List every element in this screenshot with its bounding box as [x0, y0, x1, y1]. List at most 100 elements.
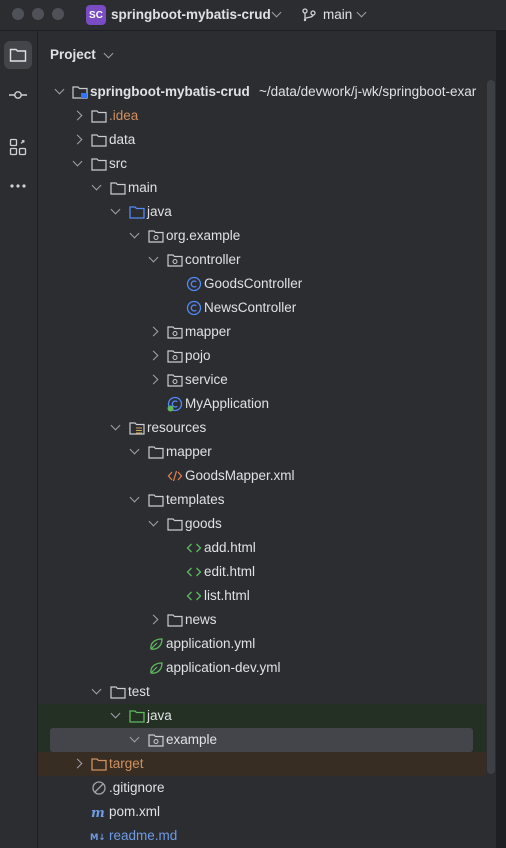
- chevron-down-icon[interactable]: [91, 180, 102, 191]
- tree-item[interactable]: test: [38, 680, 486, 704]
- tree-item[interactable]: mapper: [38, 440, 486, 464]
- tree-item-label: springboot-mybatis-crud: [90, 84, 250, 99]
- tree-item[interactable]: target: [38, 752, 486, 776]
- tree-item-label: data: [109, 132, 136, 147]
- tree-item-label: src: [109, 156, 127, 171]
- tree-item[interactable]: edit.html: [38, 560, 486, 584]
- folder-icon: [147, 491, 164, 508]
- panel-title[interactable]: Project: [50, 47, 96, 62]
- tree-item[interactable]: org.example: [38, 224, 486, 248]
- tree-item[interactable]: resources: [38, 416, 486, 440]
- tree-item[interactable]: controller: [38, 248, 486, 272]
- chevron-down-icon[interactable]: [110, 708, 121, 719]
- tree-item[interactable]: list.html: [38, 584, 486, 608]
- project-path: ~/data/devwork/j-wk/springboot-exar: [259, 84, 477, 99]
- tree-item[interactable]: application-dev.yml: [38, 656, 486, 680]
- tree-item[interactable]: templates: [38, 488, 486, 512]
- project-switcher[interactable]: springboot-mybatis-crud: [111, 7, 271, 22]
- chevron-right-icon[interactable]: [148, 614, 159, 625]
- tree-item[interactable]: MyApplication: [38, 392, 486, 416]
- module-folder-icon: [71, 83, 88, 100]
- chevron-down-icon[interactable]: [148, 516, 159, 527]
- close-window-button[interactable]: [12, 8, 24, 20]
- chevron-down-icon[interactable]: [91, 684, 102, 695]
- tree-item-label: GoodsMapper.xml: [185, 468, 295, 483]
- tree-item[interactable]: java: [38, 704, 486, 728]
- folder-icon: [109, 683, 126, 700]
- tree-item-label: templates: [166, 492, 225, 507]
- chevron-right-icon[interactable]: [148, 350, 159, 361]
- tree-item[interactable]: service: [38, 368, 486, 392]
- tree-item[interactable]: news: [38, 608, 486, 632]
- chevron-down-icon[interactable]: [148, 252, 159, 263]
- chevron-down-icon[interactable]: [129, 228, 140, 239]
- tree-item[interactable]: data: [38, 128, 486, 152]
- tool-window-strip: [0, 31, 38, 848]
- chevron-down-icon[interactable]: [110, 420, 121, 431]
- tree-item-label: MyApplication: [185, 396, 270, 411]
- spring-app-class-icon: [166, 395, 183, 412]
- tree-root[interactable]: springboot-mybatis-crud ~/data/devwork/j…: [38, 80, 486, 104]
- branch-icon[interactable]: [302, 8, 316, 25]
- title-bar: SC springboot-mybatis-crud main: [0, 0, 506, 31]
- zoom-window-button[interactable]: [52, 8, 64, 20]
- resources-folder-icon: [128, 419, 145, 436]
- chevron-down-icon[interactable]: [54, 84, 65, 95]
- tree-item[interactable]: NewsController: [38, 296, 486, 320]
- chevron-down-icon[interactable]: [129, 492, 140, 503]
- svg-text:m: m: [91, 806, 105, 819]
- tree-item[interactable]: .gitignore: [38, 776, 486, 800]
- folder-icon: [166, 611, 183, 628]
- commit-icon[interactable]: [4, 81, 32, 109]
- tree-item[interactable]: m pom.xml: [38, 800, 486, 824]
- project-icon[interactable]: [4, 41, 32, 69]
- project-badge[interactable]: SC: [86, 5, 106, 25]
- tree-item[interactable]: GoodsMapper.xml: [38, 464, 486, 488]
- chevron-down-icon[interactable]: [110, 204, 121, 215]
- tree-item[interactable]: mapper: [38, 320, 486, 344]
- chevron-right-icon[interactable]: [148, 374, 159, 385]
- tree-item-label: controller: [185, 252, 241, 267]
- chevron-down-icon[interactable]: [129, 444, 140, 455]
- vertical-scrollbar[interactable]: [487, 80, 495, 774]
- tree-item-selected[interactable]: example: [38, 728, 486, 752]
- test-source-folder-icon: [128, 707, 145, 724]
- minimize-window-button[interactable]: [32, 8, 44, 20]
- package-icon: [166, 347, 183, 364]
- tree-item-label: mapper: [166, 444, 212, 459]
- chevron-right-icon[interactable]: [72, 134, 83, 145]
- tree-item[interactable]: M↓ readme.md: [38, 824, 486, 848]
- structure-icon[interactable]: [4, 133, 32, 161]
- spring-config-icon: [147, 659, 164, 676]
- folder-icon: [90, 107, 107, 124]
- tree-item[interactable]: main: [38, 176, 486, 200]
- chevron-right-icon[interactable]: [148, 326, 159, 337]
- chevron-right-icon[interactable]: [72, 110, 83, 121]
- branch-switcher[interactable]: main: [323, 7, 352, 22]
- tree-item[interactable]: GoodsController: [38, 272, 486, 296]
- tree-item[interactable]: add.html: [38, 536, 486, 560]
- tree-item[interactable]: pojo: [38, 344, 486, 368]
- tree-item[interactable]: application.yml: [38, 632, 486, 656]
- tree-item[interactable]: .idea: [38, 104, 486, 128]
- tree-item[interactable]: goods: [38, 512, 486, 536]
- tree-item[interactable]: src: [38, 152, 486, 176]
- chevron-down-icon[interactable]: [72, 156, 83, 167]
- more-icon[interactable]: [4, 172, 32, 200]
- chevron-down-icon[interactable]: [271, 7, 282, 18]
- spring-config-icon: [147, 635, 164, 652]
- tree-item-label: mapper: [185, 324, 231, 339]
- tree-item-label: java: [147, 708, 172, 723]
- tree-item[interactable]: java: [38, 200, 486, 224]
- chevron-right-icon[interactable]: [72, 758, 83, 769]
- tree-item-label: application-dev.yml: [166, 660, 281, 675]
- tree-item-label: edit.html: [204, 564, 256, 579]
- folder-icon: [166, 515, 183, 532]
- folder-icon: [90, 155, 107, 172]
- maven-icon: m: [90, 803, 107, 820]
- package-icon: [166, 371, 183, 388]
- chevron-down-icon[interactable]: [356, 7, 367, 18]
- chevron-down-icon[interactable]: [103, 48, 114, 59]
- excluded-folder-icon: [90, 755, 107, 772]
- tree-item-label: org.example: [166, 228, 241, 243]
